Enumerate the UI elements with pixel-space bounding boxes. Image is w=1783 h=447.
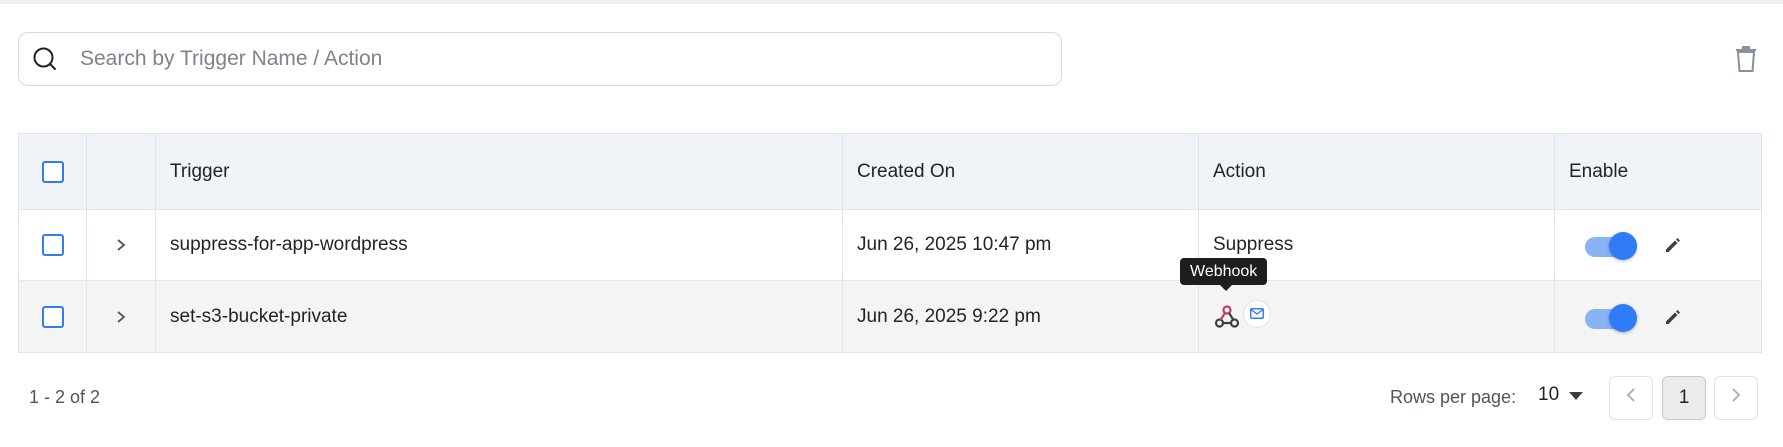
- top-strip: [0, 0, 1783, 4]
- column-header-enable[interactable]: Enable: [1555, 134, 1761, 209]
- select-all-checkbox[interactable]: [41, 160, 64, 183]
- webhook-icon[interactable]: [1213, 303, 1241, 331]
- next-page-button[interactable]: [1714, 376, 1758, 420]
- trigger-name: suppress-for-app-wordpress: [156, 210, 843, 280]
- edit-icon[interactable]: [1661, 233, 1685, 257]
- table-header-row: Trigger Created On Action Enable: [19, 134, 1761, 210]
- edit-icon[interactable]: [1661, 305, 1685, 329]
- search-input[interactable]: [80, 39, 980, 79]
- caret-down-icon: [1569, 384, 1584, 406]
- webhook-tooltip: Webhook: [1180, 258, 1268, 291]
- enable-toggle[interactable]: [1585, 232, 1637, 260]
- rows-per-page-label: Rows per page:: [1390, 387, 1517, 407]
- triggers-table: Trigger Created On Action Enable suppres…: [18, 133, 1762, 353]
- row-checkbox[interactable]: [41, 305, 64, 328]
- table-row: set-s3-bucket-private Jun 26, 2025 9:22 …: [19, 281, 1761, 352]
- trigger-name: set-s3-bucket-private: [156, 281, 843, 352]
- rows-per-page-value: 10: [1538, 384, 1560, 405]
- chevron-left-icon: [1626, 387, 1636, 409]
- created-on: Jun 26, 2025 10:47 pm: [843, 210, 1199, 280]
- mail-icon[interactable]: [1243, 299, 1271, 328]
- chevron-right-icon: [1731, 387, 1741, 409]
- created-on: Jun 26, 2025 9:22 pm: [843, 281, 1199, 352]
- column-header-action[interactable]: Action: [1199, 134, 1555, 209]
- page-button-current[interactable]: 1: [1662, 376, 1706, 420]
- expand-row-icon[interactable]: [111, 235, 131, 255]
- enable-toggle[interactable]: [1585, 303, 1637, 332]
- delete-icon[interactable]: [1731, 44, 1761, 74]
- column-header-created-on[interactable]: Created On: [843, 134, 1199, 209]
- pagination-count: 1 - 2 of 2: [29, 387, 101, 407]
- table-row: suppress-for-app-wordpress Jun 26, 2025 …: [19, 210, 1761, 281]
- prev-page-button[interactable]: [1609, 376, 1653, 420]
- expand-row-icon[interactable]: [111, 307, 131, 327]
- search-bar[interactable]: [18, 32, 1062, 86]
- search-icon: [31, 45, 59, 73]
- rows-per-page-select[interactable]: 10: [1538, 384, 1584, 406]
- row-checkbox[interactable]: [41, 234, 64, 256]
- column-header-trigger[interactable]: Trigger: [156, 134, 843, 209]
